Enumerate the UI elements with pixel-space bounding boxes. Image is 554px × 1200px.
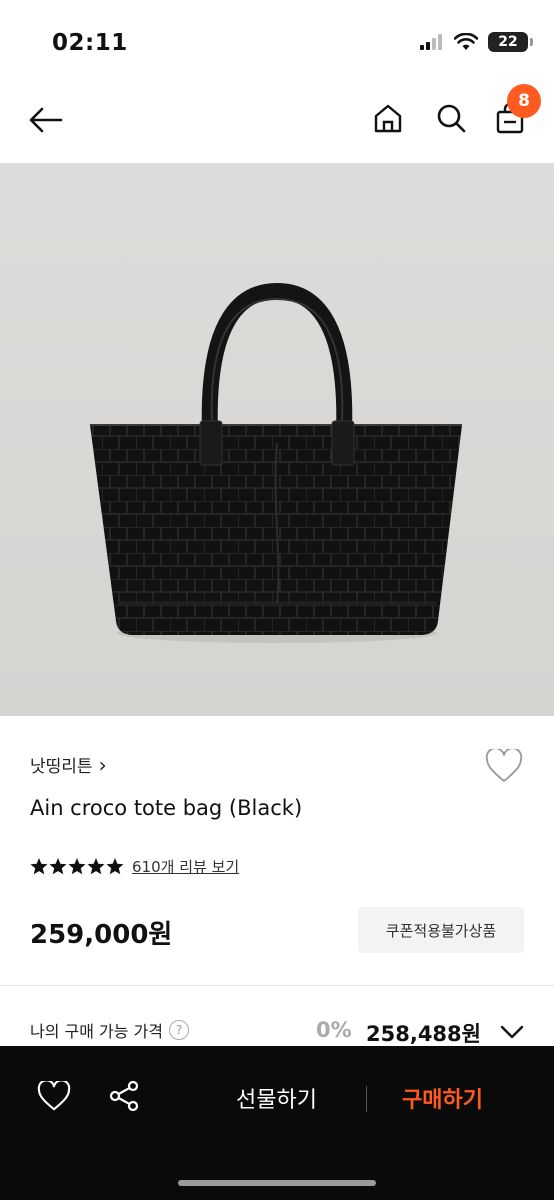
discount-rate: 0% (316, 1018, 352, 1042)
status-time: 02:11 (52, 30, 128, 56)
brand-name: 낫띵리튼 (30, 757, 93, 777)
chevron-down-icon[interactable] (500, 1024, 524, 1040)
purchase-price-row[interactable]: 나의 구매 가능 가격 ? 0% 258,488원 (0, 1000, 554, 1046)
review-link[interactable]: 610개 리뷰 보기 (132, 856, 239, 877)
tote-bag-illustration (90, 282, 462, 643)
bottom-wishlist-button[interactable] (34, 1076, 74, 1116)
home-icon (374, 104, 402, 133)
purchase-price-label: 나의 구매 가능 가격 (30, 1022, 164, 1041)
signal-icon (420, 34, 442, 50)
bottom-action-bar: 선물하기 구매하기 (0, 1046, 554, 1200)
star-icon (68, 858, 86, 875)
star-rating (30, 858, 124, 875)
brand-link[interactable]: 낫띵리튼 › (30, 752, 107, 778)
share-icon (109, 1080, 139, 1112)
search-icon (437, 104, 466, 133)
star-icon (30, 858, 48, 875)
divider (0, 985, 554, 986)
star-icon (49, 858, 67, 875)
heart-icon (37, 1081, 71, 1111)
share-button[interactable] (104, 1076, 144, 1116)
heart-outline-icon (485, 749, 523, 782)
status-bar: 02:11 22 (0, 0, 554, 80)
product-image[interactable] (0, 163, 554, 716)
back-button[interactable] (24, 100, 66, 140)
star-icon (87, 858, 105, 875)
battery-icon: 22 (488, 32, 533, 52)
gift-button[interactable]: 선물하기 (236, 1082, 317, 1114)
back-arrow-icon (29, 107, 63, 133)
home-button[interactable] (368, 98, 408, 138)
wifi-icon (454, 33, 478, 50)
wishlist-button[interactable] (484, 748, 524, 784)
brand-chevron: › (98, 752, 107, 777)
star-icon (106, 858, 124, 875)
purchase-price-label-group: 나의 구매 가능 가격 ? (30, 1018, 190, 1042)
product-price: 259,000원 (30, 920, 173, 950)
home-indicator (178, 1180, 376, 1186)
help-icon[interactable]: ? (169, 1020, 190, 1040)
product-title: Ain croco tote bag (Black) (30, 796, 303, 820)
status-icons: 22 (420, 32, 533, 52)
coupon-badge: 쿠폰적용불가상품 (358, 907, 524, 953)
rating-row: 610개 리뷰 보기 (30, 856, 239, 877)
buy-button[interactable]: 구매하기 (402, 1082, 483, 1114)
top-nav (0, 80, 554, 162)
cart-count-badge: 8 (507, 84, 541, 118)
bottom-divider (366, 1086, 367, 1112)
purchase-price-value: 258,488원 (366, 1022, 481, 1046)
search-button[interactable] (431, 98, 471, 138)
